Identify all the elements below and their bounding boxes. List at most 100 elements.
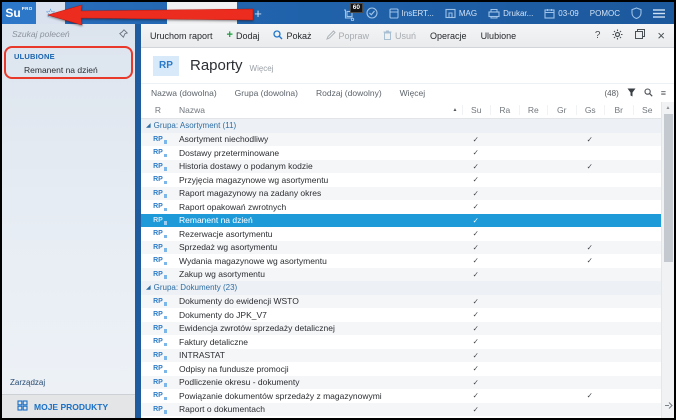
report-icon: RP [141,298,175,305]
favorites-section: ULUBIONE Remanent na dzień [2,45,135,82]
group-header-row[interactable]: ◢Grupa: Dokumenty (23) [141,281,661,295]
search-icon[interactable] [644,88,653,99]
table-row[interactable]: RPWydania magazynowe wg asortymentu✓✓ [141,254,661,268]
main-menu-button[interactable] [653,9,665,18]
help-button[interactable]: ? [595,30,601,41]
table-row[interactable]: RPRaport opakowań zwrotnych✓ [141,200,661,214]
table-row[interactable]: RPPrzyjęcia magazynowe wg asortymentu✓ [141,173,661,187]
app-window: SuPRO ☆ ← Raporty + 60 [0,0,676,420]
sidebar-item-remanent-na-dzien[interactable]: Remanent na dzień [2,61,135,75]
report-name: Sprzedaż wg asortymentu [175,242,462,252]
table-row[interactable]: RPHistoria dostawy o podanym kodzie✓✓ [141,160,661,174]
table-row[interactable]: RPPowiązanie dokumentów sprzedaży z maga… [141,389,661,403]
hamburger-menu-icon [653,9,665,18]
scroll-corner-icon[interactable] [664,397,673,418]
table-row[interactable]: RPRaport magazynowy na zadany okres✓ [141,187,661,201]
status-tray: 60 InsERT... MAG [342,2,674,24]
show-button[interactable]: Pokaż [273,30,311,42]
warehouse-button[interactable]: MAG [445,8,477,19]
column-header-br[interactable]: Br [604,105,633,115]
table-row[interactable]: RPDokumenty do JPK_V7✓ [141,308,661,322]
security-button[interactable] [631,7,642,19]
table-row[interactable]: RPPodliczenie okresu - dokumenty✓ [141,376,661,390]
column-header-su[interactable]: Su [462,105,491,115]
collapse-icon[interactable]: ◢ [146,123,151,129]
add-label: Dodaj [236,31,260,41]
column-header-r[interactable]: R [141,105,175,115]
vertical-scrollbar[interactable]: ▲ [661,102,674,418]
report-icon: RP [141,352,175,359]
report-name: Odpisy na fundusze promocji [175,364,462,374]
rp-icon: RP [153,298,163,305]
table-row[interactable]: RPZakup wg asortymentu✓ [141,268,661,282]
rp-icon: RP [153,176,163,183]
table-row[interactable]: RPDokumenty do ewidencji WSTO✓ [141,295,661,309]
table-row[interactable]: RPINTRASTAT✓ [141,349,661,363]
column-header-gs[interactable]: Gs [576,105,605,115]
check-circle-icon [366,7,378,19]
table-row[interactable]: RPAsortyment niechodliwy✓✓ [141,133,661,147]
check-cell-su: ✓ [462,351,491,360]
column-header-gr[interactable]: Gr [547,105,576,115]
check-cell-su: ✓ [462,310,491,319]
help-menu-button[interactable]: POMOC [590,9,620,18]
report-name: Historia dostawy o podanym kodzie [175,161,462,171]
tasks-button[interactable] [366,7,378,19]
rp-icon: RP [153,365,163,372]
operations-menu-button[interactable]: Operacje [430,31,467,41]
manage-link[interactable]: Zarządzaj [10,378,45,387]
report-icon: RP [141,190,175,197]
column-header-se[interactable]: Se [633,105,662,115]
list-options-icon[interactable]: ≡ [661,88,666,98]
collapse-icon[interactable]: ◢ [146,285,151,291]
table-row[interactable]: RPRaport o dokumentach✓ [141,403,661,417]
scrollbar-thumb[interactable] [664,114,673,262]
table-row[interactable]: RPSprzedaż wg asortymentu✓✓ [141,241,661,255]
close-icon[interactable]: × [657,29,665,42]
period-button[interactable]: 03-09 [544,8,578,19]
delete-button[interactable]: Usuń [383,30,416,42]
report-icon: RP [141,136,175,143]
funnel-icon[interactable] [627,88,636,99]
table-row[interactable]: RPRezerwacje asortymentu✓ [141,227,661,241]
column-header-ra[interactable]: Ra [490,105,519,115]
printers-button[interactable]: Drukar... [488,8,533,19]
group-header-row[interactable]: ◢Grupa: Asortyment (11) [141,119,661,133]
module-more-link[interactable]: Więcej [250,64,274,73]
edit-button[interactable]: Popraw [326,30,370,42]
table-row[interactable]: RPDostawy przeterminowane✓ [141,146,661,160]
insert-menu-button[interactable]: InsERT... [389,8,434,19]
filter-group[interactable]: Grupa (dowolna) [235,88,298,98]
report-icon: RP [141,325,175,332]
column-header-re[interactable]: Re [519,105,548,115]
check-cell-gs: ✓ [576,391,605,400]
check-cell-su: ✓ [462,162,491,171]
filter-type[interactable]: Rodzaj (dowolny) [316,88,382,98]
favorites-menu-button[interactable]: Ulubione [481,31,517,41]
report-icon: RP [141,311,175,318]
insert-label: InsERT... [402,9,434,18]
my-products-label: MOJE PRODUKTY [34,402,108,412]
scroll-up-arrow[interactable]: ▲ [666,102,671,114]
module-header: RP Raporty Więcej [141,48,674,84]
filter-more[interactable]: Więcej [400,88,426,98]
table-row[interactable]: RPEwidencja zwrotów sprzedaży detaliczne… [141,322,661,336]
check-cell-su: ✓ [462,270,491,279]
report-name: INTRASTAT [175,350,462,360]
rp-icon: RP [153,203,163,210]
restore-window-icon[interactable] [635,29,645,42]
table-row[interactable]: RPRejestr sprzedaży VAT✓ [141,416,661,418]
run-report-button[interactable]: Uruchom raport [150,31,213,41]
filter-name[interactable]: Nazwa (dowolna) [151,88,217,98]
rp-icon: RP [153,244,163,251]
table-row[interactable]: RPOdpisy na fundusze promocji✓ [141,362,661,376]
filter-tools: (48) ≡ [605,88,667,99]
check-cell-su: ✓ [462,297,491,306]
app-logo[interactable]: SuPRO [2,2,36,24]
queue-button[interactable]: 60 [342,9,355,21]
my-products-button[interactable]: MOJE PRODUKTY [2,394,135,418]
settings-gear-icon[interactable] [612,29,623,43]
column-header-nazwa[interactable]: Nazwa ▲ [175,105,462,115]
table-row[interactable]: RPRemanent na dzień✓ [141,214,661,228]
table-row[interactable]: RPFaktury detaliczne✓ [141,335,661,349]
